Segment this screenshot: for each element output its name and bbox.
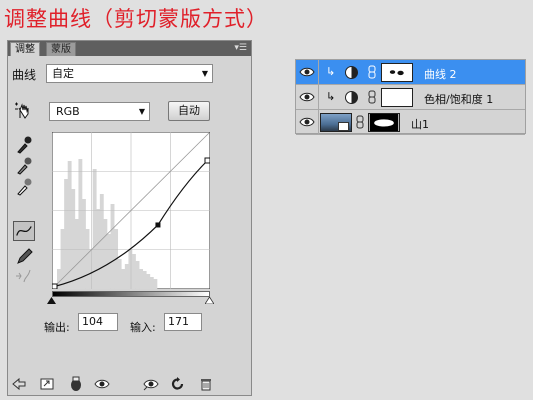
histogram-bar [85, 229, 90, 289]
input-gradient-bar [52, 291, 210, 297]
targeted-adjustment-icon[interactable] [13, 101, 33, 121]
panel-tab-bar: 调整 蒙版 ▾☰ [8, 41, 251, 56]
histogram-bar [89, 249, 94, 289]
preset-value: 自定 [52, 67, 74, 80]
column-divider [318, 85, 319, 110]
black-point-eyedropper-icon[interactable] [13, 134, 35, 154]
preset-select[interactable]: 自定 ▼ [46, 64, 213, 83]
histogram-bar [110, 204, 115, 289]
curve-control-point [155, 222, 161, 228]
layer-row[interactable]: 山1 [296, 110, 525, 135]
output-label: 输出: [44, 321, 70, 334]
histogram-bar [99, 194, 104, 289]
view-previous-icon[interactable] [143, 376, 159, 392]
auto-button[interactable]: 自动 [168, 101, 210, 121]
layer-name: 山1 [411, 118, 429, 131]
link-chain-icon[interactable] [368, 90, 376, 104]
histogram-bar [146, 274, 151, 289]
histogram-bar [128, 249, 133, 289]
histogram-bar [117, 259, 122, 289]
column-divider [318, 60, 319, 85]
histogram-bar [142, 271, 147, 289]
panel-menu-icon[interactable]: ▾☰ [234, 42, 247, 55]
smart-object-icon [338, 122, 349, 131]
histogram-bar [64, 179, 69, 289]
channel-value: RGB [56, 105, 80, 118]
expand-view-icon[interactable] [39, 376, 55, 392]
layer-row[interactable]: ↳ 曲线 2 [296, 60, 525, 85]
curve-start-point [52, 283, 58, 289]
layer-name: 曲线 2 [424, 68, 457, 81]
visibility-eye-icon[interactable] [94, 376, 110, 392]
layers-panel: ↳ 曲线 2 ↳ 色相/饱和度 1 山1 [295, 59, 526, 135]
visibility-eye-icon[interactable] [299, 64, 315, 80]
histogram-bar [139, 269, 144, 289]
histogram-bar [121, 269, 126, 289]
input-label: 输入: [130, 321, 156, 334]
histogram-bar [107, 234, 111, 289]
histogram-bar [71, 189, 76, 289]
smooth-icon[interactable] [13, 266, 35, 286]
visibility-eye-icon[interactable] [299, 89, 315, 105]
clipping-arrow-icon: ↳ [326, 65, 336, 78]
layer-mask-thumbnail[interactable] [381, 88, 413, 107]
histogram-bar [78, 159, 83, 289]
histogram-bar [132, 254, 136, 289]
layer-row[interactable]: ↳ 色相/饱和度 1 [296, 85, 525, 110]
histogram-bar [103, 219, 108, 289]
link-chain-icon[interactable] [356, 115, 364, 129]
visibility-eye-icon[interactable] [299, 114, 315, 130]
histogram-bar [124, 264, 129, 289]
channel-select[interactable]: RGB ▼ [49, 102, 150, 121]
back-arrow-icon[interactable] [11, 376, 27, 392]
tab-adjustments[interactable]: 调整 [10, 42, 40, 56]
preset-label: 曲线 [12, 68, 37, 82]
adjustments-panel: 调整 蒙版 ▾☰ 曲线 自定 ▼ RGB ▼ 自动 输出: 104 输入: 17… [7, 40, 252, 396]
curves-graph[interactable] [52, 132, 210, 289]
black-point-slider[interactable] [47, 297, 56, 304]
histogram-bar [96, 209, 101, 289]
white-point-eyedropper-icon[interactable] [13, 176, 35, 196]
white-point-slider[interactable] [205, 297, 214, 304]
curve-end-point [204, 157, 210, 164]
layer-mask-thumbnail[interactable] [368, 113, 400, 132]
gray-point-eyedropper-icon[interactable] [13, 155, 35, 175]
clip-to-layer-icon[interactable] [68, 376, 84, 392]
adjustment-layer-icon [345, 66, 358, 79]
page-heading: 调整曲线（剪切蒙版方式） [4, 7, 268, 31]
curve-tool-icon[interactable] [13, 221, 35, 241]
clipping-arrow-icon: ↳ [326, 90, 336, 103]
histogram-bar [153, 279, 158, 289]
pencil-tool-icon[interactable] [13, 246, 35, 266]
panel-bottom-bar [8, 373, 251, 395]
layer-mask-thumbnail[interactable] [381, 63, 413, 82]
column-divider [318, 110, 319, 135]
histogram-bar [135, 261, 140, 289]
adjustment-layer-icon [345, 91, 358, 104]
input-field[interactable]: 171 [164, 313, 202, 331]
output-field[interactable]: 104 [78, 313, 118, 331]
layer-name: 色相/饱和度 1 [424, 93, 494, 106]
trash-icon[interactable] [198, 376, 214, 392]
chevron-down-icon: ▼ [201, 69, 208, 78]
reset-icon[interactable] [170, 376, 186, 392]
chevron-down-icon: ▼ [138, 107, 145, 116]
tab-masks[interactable]: 蒙版 [46, 42, 76, 56]
link-chain-icon[interactable] [368, 65, 376, 79]
histogram-bar [149, 277, 154, 289]
